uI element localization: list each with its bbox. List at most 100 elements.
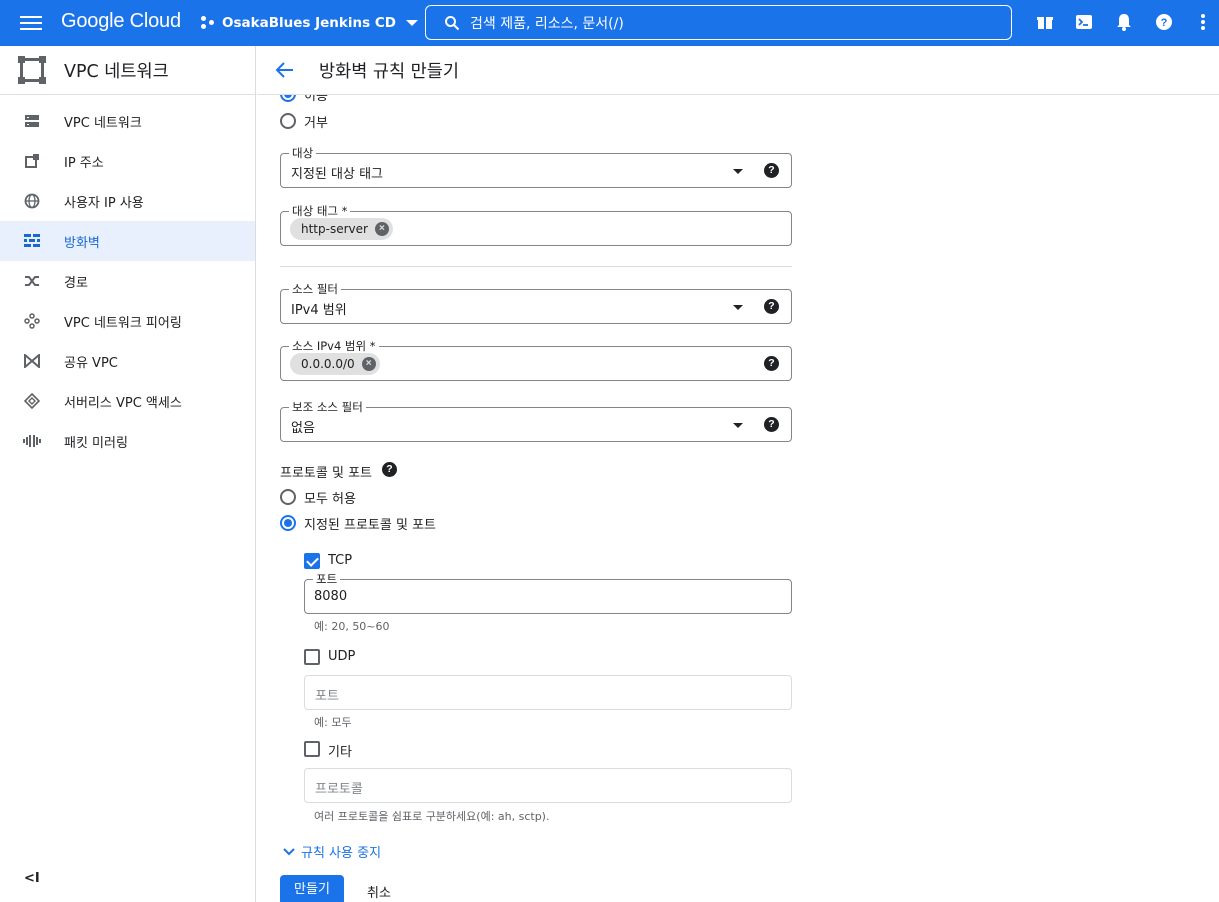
sidebar: VPC 네트워크 VPC 네트워크 IP 주소 사용자 IP 사용 방화벽 경로… <box>0 46 256 902</box>
action-deny-label: 거부 <box>304 116 328 131</box>
sidebar-item-label: 사용자 IP 사용 <box>64 195 144 211</box>
target-tags-label: 대상 태그 * <box>289 203 351 219</box>
sidebar-item-bring-your-own-ip[interactable]: 사용자 IP 사용 <box>0 181 255 221</box>
other-label: 기타 <box>328 745 352 760</box>
protocols-heading: 프로토콜 및 포트 <box>280 466 372 481</box>
sidebar-item-label: 경로 <box>64 275 88 291</box>
chevron-down-icon <box>405 20 418 26</box>
help-icon[interactable]: ? <box>382 462 397 477</box>
source-ranges-input[interactable]: 소스 IPv4 범위 * 0.0.0.0/0 × ? <box>280 338 792 381</box>
gift-icon[interactable] <box>1034 11 1056 33</box>
create-button[interactable]: 만들기 <box>280 875 344 902</box>
cancel-button[interactable]: 취소 <box>367 882 391 901</box>
sidebar-item-firewall[interactable]: 방화벽 <box>0 221 255 261</box>
tcp-hint: 예: 20, 50~60 <box>314 620 390 633</box>
sidebar-item-packet-mirroring[interactable]: 패킷 미러링 <box>0 421 255 461</box>
secondary-source-filter-select[interactable]: 보조 소스 필터 없음 ? <box>280 399 792 442</box>
dropdown-arrow-icon <box>733 423 743 428</box>
dropdown-arrow-icon <box>733 169 743 174</box>
chevron-down-icon <box>283 847 295 855</box>
target-label: 대상 <box>289 145 317 161</box>
source-filter-select[interactable]: 소스 필터 IPv4 범위 ? <box>280 281 792 324</box>
help-icon[interactable]: ? <box>764 356 779 371</box>
range-chip: 0.0.0.0/0 × <box>290 353 380 375</box>
tag-chip-label: http-server <box>301 222 368 236</box>
action-deny-radio[interactable] <box>280 113 296 129</box>
source-filter-value: IPv4 범위 <box>291 303 347 318</box>
udp-ports-placeholder: 포트 <box>315 689 339 704</box>
search-input[interactable]: 검색 제품, 리소스, 문서(/) <box>425 5 1012 40</box>
disable-rule-label: 규칙 사용 중지 <box>301 846 382 861</box>
page-header: 방화벽 규칙 만들기 <box>257 46 1219 95</box>
tcp-ports-input[interactable]: 포트 8080 <box>304 571 792 614</box>
sidebar-item-ip-addresses[interactable]: IP 주소 <box>0 141 255 181</box>
allow-all-label: 모두 허용 <box>304 492 356 507</box>
globe-icon <box>23 192 41 210</box>
sidebar-item-label: IP 주소 <box>64 155 104 171</box>
google-cloud-logo[interactable]: Google Cloud <box>61 10 181 33</box>
main-menu-button[interactable] <box>20 13 42 33</box>
collapse-sidebar-button[interactable]: <I <box>24 871 40 886</box>
tcp-checkbox[interactable] <box>304 553 320 569</box>
project-selector[interactable]: OsakaBlues Jenkins CD <box>200 11 418 35</box>
back-arrow-icon[interactable] <box>274 59 296 81</box>
disable-rule-toggle[interactable]: 규칙 사용 중지 <box>282 842 381 861</box>
other-protocols-placeholder: 프로토콜 <box>315 782 363 797</box>
help-icon[interactable]: ? <box>764 417 779 432</box>
sidebar-item-label: 서버리스 VPC 액세스 <box>64 395 182 411</box>
routes-icon <box>23 272 41 290</box>
remove-chip-icon[interactable]: × <box>374 222 389 236</box>
sidebar-item-label: VPC 네트워크 <box>64 115 142 131</box>
page-title: 방화벽 규칙 만들기 <box>319 61 459 82</box>
terminal-icon[interactable] <box>1073 11 1095 33</box>
more-vert-icon[interactable] <box>1192 11 1214 33</box>
target-tags-input[interactable]: 대상 태그 * http-server × <box>280 203 792 246</box>
project-name: OsakaBlues Jenkins CD <box>222 15 396 31</box>
sidebar-item-label: VPC 네트워크 피어링 <box>64 315 182 331</box>
secondary-filter-value: 없음 <box>291 421 315 436</box>
sidebar-item-label: 방화벽 <box>64 235 100 251</box>
shared-vpc-icon <box>23 352 41 370</box>
search-icon <box>445 15 460 30</box>
divider <box>280 266 792 267</box>
target-select[interactable]: 대상 지정된 대상 태그 ? <box>280 145 792 188</box>
sidebar-title: VPC 네트워크 <box>64 61 169 82</box>
help-icon[interactable]: ? <box>764 299 779 314</box>
help-icon[interactable]: ? <box>764 163 779 178</box>
sidebar-item-serverless-vpc-access[interactable]: 서버리스 VPC 액세스 <box>0 381 255 421</box>
packet-mirroring-icon <box>23 432 41 450</box>
firewall-icon <box>23 232 41 250</box>
specified-protocols-label: 지정된 프로토콜 및 포트 <box>304 518 436 533</box>
udp-checkbox[interactable] <box>304 649 320 665</box>
sidebar-item-label: 공유 VPC <box>64 355 118 371</box>
sidebar-item-routes[interactable]: 경로 <box>0 261 255 301</box>
sidebar-item-shared-vpc[interactable]: 공유 VPC <box>0 341 255 381</box>
target-value: 지정된 대상 태그 <box>291 167 383 182</box>
vpc-network-icon <box>23 112 41 130</box>
sidebar-item-vpc-networks[interactable]: VPC 네트워크 <box>0 101 255 141</box>
udp-ports-input[interactable]: 포트 <box>304 675 792 710</box>
other-protocols-input[interactable]: 프로토콜 <box>304 768 792 803</box>
source-filter-label: 소스 필터 <box>289 281 341 297</box>
tag-chip: http-server × <box>290 218 393 240</box>
serverless-icon <box>23 392 41 410</box>
dropdown-arrow-icon <box>733 305 743 310</box>
specified-protocols-radio[interactable] <box>280 515 296 531</box>
tcp-label: TCP <box>328 553 353 568</box>
secondary-filter-label: 보조 소스 필터 <box>289 399 366 415</box>
sidebar-item-vpc-peering[interactable]: VPC 네트워크 피어링 <box>0 301 255 341</box>
search-placeholder: 검색 제품, 리소스, 문서(/) <box>470 15 624 32</box>
allow-all-radio[interactable] <box>280 489 296 505</box>
top-bar: Google Cloud OsakaBlues Jenkins CD 검색 제품… <box>0 0 1219 46</box>
bell-icon[interactable] <box>1113 11 1135 33</box>
other-checkbox[interactable] <box>304 741 320 757</box>
range-chip-label: 0.0.0.0/0 <box>301 357 355 371</box>
other-hint: 여러 프로토콜을 쉼표로 구분하세요(예: ah, sctp). <box>314 810 550 823</box>
help-icon[interactable]: ? <box>1153 11 1175 33</box>
main-content: 방화벽 규칙 만들기 허용 거부 대상 지정된 대상 태그 ? 대상 태그 * … <box>257 46 1219 902</box>
source-ranges-label: 소스 IPv4 범위 * <box>289 338 379 354</box>
remove-chip-icon[interactable]: × <box>361 357 376 371</box>
tcp-ports-label: 포트 <box>313 571 341 587</box>
sidebar-header: VPC 네트워크 <box>0 46 255 95</box>
sidebar-item-label: 패킷 미러링 <box>64 435 128 451</box>
